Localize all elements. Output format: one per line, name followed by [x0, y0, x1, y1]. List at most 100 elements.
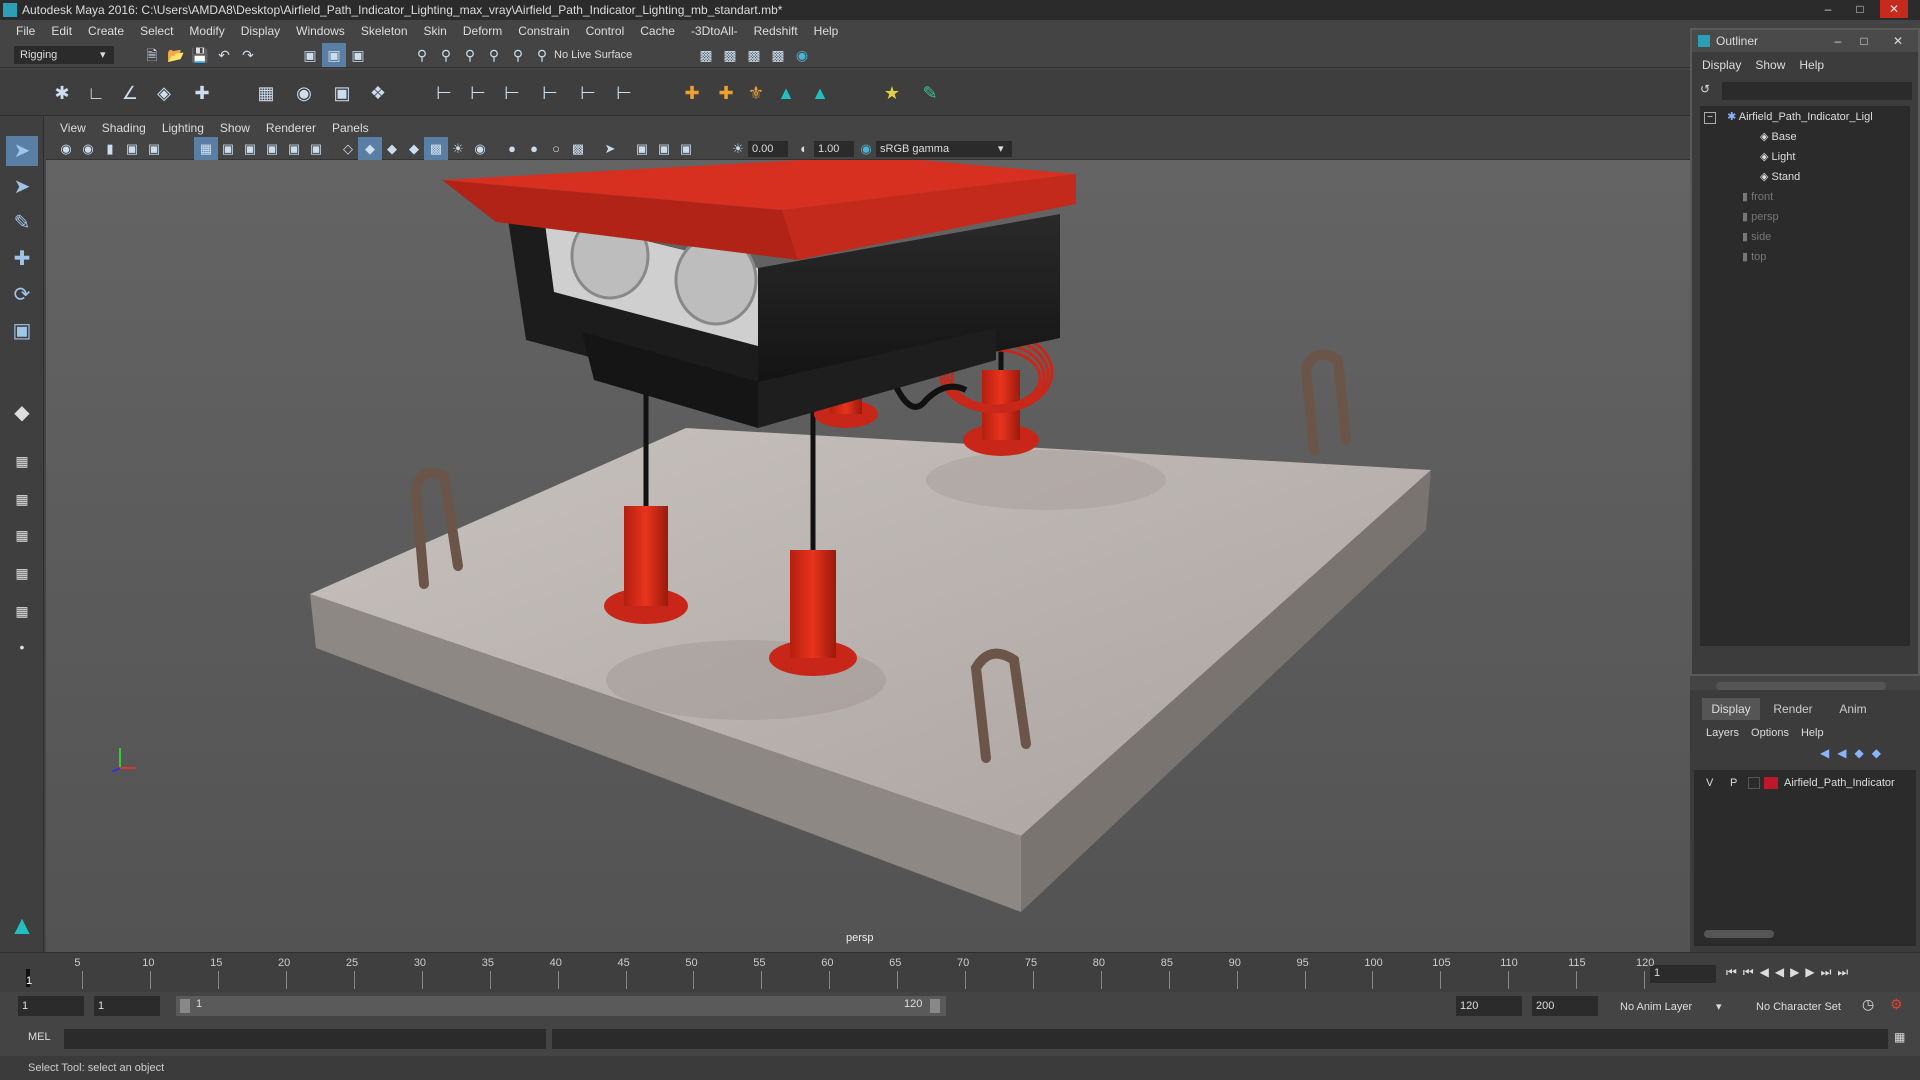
layer-menu-options[interactable]: Options [1751, 724, 1789, 742]
outliner-item-front[interactable]: ▮ front [1742, 188, 1773, 206]
xray-joints-icon[interactable]: ▣ [652, 137, 676, 161]
menu-skeleton[interactable]: Skeleton [353, 24, 416, 38]
menu-set-dropdown[interactable]: Rigging ▾ [14, 46, 114, 64]
undo-icon[interactable]: ↶ [212, 43, 236, 67]
script-editor-icon[interactable]: ▦ [1894, 1030, 1912, 1048]
tab-render[interactable]: Render [1764, 698, 1822, 720]
layer-playback-toggle[interactable]: P [1730, 774, 1737, 792]
open-scene-icon[interactable]: 📂 [164, 43, 188, 67]
xray-components-icon[interactable]: ▣ [674, 137, 698, 161]
outliner-item-side[interactable]: ▮ side [1742, 228, 1771, 246]
outliner-menu-help[interactable]: Help [1799, 58, 1824, 72]
outliner-item-persp[interactable]: ▮ persp [1742, 208, 1779, 226]
cluster-icon[interactable]: ❖ [366, 81, 390, 105]
step-forward-key-icon[interactable]: ⏭ [1821, 965, 1832, 983]
outliner-item-base[interactable]: ◈ Base [1760, 128, 1797, 146]
smooth-shade-icon[interactable]: ◆ [358, 137, 382, 161]
panel-menu-lighting[interactable]: Lighting [154, 121, 212, 135]
menu-help[interactable]: Help [806, 24, 847, 38]
bake-icon[interactable]: ★ [880, 81, 904, 105]
joint-tool-icon[interactable]: ✱ [50, 81, 74, 105]
save-scene-icon[interactable]: 💾 [188, 43, 212, 67]
playback-start-field[interactable]: 1 [94, 996, 160, 1016]
layout-persp-outliner-icon[interactable]: ▦ [6, 484, 38, 514]
field-chart-icon[interactable]: ▣ [282, 137, 306, 161]
textured-icon[interactable]: ▩ [424, 137, 448, 161]
color-space-dropdown[interactable]: sRGB gamma ▾ [876, 141, 1012, 157]
create-node-icon[interactable]: ✚ [714, 81, 738, 105]
gate-mask-icon[interactable]: ▣ [260, 137, 284, 161]
tab-anim[interactable]: Anim [1824, 698, 1882, 720]
gamma-icon[interactable]: ◐ [792, 137, 816, 161]
gamma-field[interactable]: 1.00 [814, 141, 854, 157]
render-settings-icon[interactable]: ▩ [766, 43, 790, 67]
exposure-field[interactable]: 0.00 [748, 141, 788, 157]
ik-handle-icon[interactable]: ✚ [190, 81, 214, 105]
new-empty-layer-icon[interactable]: ◆ [1854, 746, 1863, 764]
anim-layer-dropdown[interactable]: No Anim Layer ▾ [1620, 998, 1730, 1016]
mudbox-icon[interactable]: ▲ [774, 81, 798, 105]
filter-icon[interactable]: ↺ [1700, 82, 1718, 100]
menu-windows[interactable]: Windows [288, 24, 353, 38]
default-material-icon[interactable]: ◆ [380, 137, 404, 161]
move-layer-down-icon[interactable]: ◀ [1837, 746, 1846, 764]
menu-constrain[interactable]: Constrain [510, 24, 577, 38]
move-tool-icon[interactable]: ✚ [6, 244, 38, 274]
layer-type-toggle[interactable] [1748, 777, 1760, 789]
snap-curve-icon[interactable]: ⚲ [434, 43, 458, 67]
bind-skin-icon[interactable]: ▦ [254, 81, 278, 105]
layer-menu-help[interactable]: Help [1801, 724, 1824, 742]
motion-blur-icon[interactable]: ● [522, 137, 546, 161]
new-layer-selected-icon[interactable]: ◆ [1872, 746, 1881, 764]
range-end-handle[interactable] [930, 999, 940, 1013]
grid-icon[interactable]: ▦ [194, 137, 218, 161]
panel-menu-shading[interactable]: Shading [94, 121, 154, 135]
menu-create[interactable]: Create [80, 24, 132, 38]
wireframe-icon[interactable]: ◇ [336, 137, 360, 161]
shadows-icon[interactable]: ◉ [468, 137, 492, 161]
rotate-tool-icon[interactable]: ⟳ [6, 280, 38, 310]
snap-surface-icon[interactable]: ⚲ [506, 43, 530, 67]
outliner-menu-display[interactable]: Display [1702, 58, 1741, 72]
snap-grid-icon[interactable]: ⚲ [410, 43, 434, 67]
viewport-persp[interactable]: persp [46, 160, 1690, 952]
minimize-icon[interactable]: – [1814, 0, 1842, 18]
layout-persp-graph-icon[interactable]: ▦ [6, 520, 38, 550]
layer-visibility-toggle[interactable]: V [1706, 774, 1713, 792]
isolate-select-icon[interactable]: ➤ [598, 137, 622, 161]
xray-icon[interactable]: ▣ [630, 137, 654, 161]
panel-menu-show[interactable]: Show [212, 121, 258, 135]
outliner-close-icon[interactable]: ✕ [1886, 30, 1910, 52]
ambient-occlusion-icon[interactable]: ● [500, 137, 524, 161]
insert-joint-icon[interactable]: ∟ [84, 81, 108, 105]
playback-end-field[interactable]: 120 [1456, 996, 1522, 1016]
close-icon[interactable]: ✕ [1880, 0, 1908, 18]
menu-redshift[interactable]: Redshift [746, 24, 806, 38]
scale-tool-icon[interactable]: ▣ [6, 316, 38, 346]
live-surface-field[interactable]: No Live Surface [554, 46, 658, 64]
panel-menu-panels[interactable]: Panels [324, 121, 377, 135]
menu-edit[interactable]: Edit [43, 24, 80, 38]
hik-icon[interactable]: ⚜ [744, 81, 768, 105]
bookmark-icon[interactable]: ▮ [98, 137, 122, 161]
ipr-render-icon[interactable]: ▩ [742, 43, 766, 67]
select-object-icon[interactable]: ▣ [322, 43, 346, 67]
tab-display[interactable]: Display [1702, 698, 1760, 720]
menu-display[interactable]: Display [233, 24, 288, 38]
paint-weights-icon[interactable]: ◉ [292, 81, 316, 105]
safe-action-icon[interactable]: ▣ [304, 137, 328, 161]
layer-horizontal-scrollbar[interactable] [1704, 930, 1774, 938]
character-icon[interactable]: ▲ [808, 81, 832, 105]
lasso-tool-icon[interactable]: ➤ [6, 172, 38, 202]
outliner-maximize-icon[interactable]: □ [1852, 30, 1876, 52]
depth-of-field-icon[interactable]: ▩ [566, 137, 590, 161]
orient-constraint-icon[interactable]: ⊢ [500, 81, 524, 105]
render-sequence-icon[interactable]: ▩ [718, 43, 742, 67]
menu-select[interactable]: Select [132, 24, 181, 38]
anti-aliasing-icon[interactable]: ○ [544, 137, 568, 161]
end-time-field[interactable]: 200 [1532, 996, 1598, 1016]
cmd-input[interactable] [64, 1029, 546, 1049]
menu-modify[interactable]: Modify [181, 24, 232, 38]
maximize-icon[interactable]: □ [1846, 0, 1874, 18]
menu-skin[interactable]: Skin [416, 24, 455, 38]
